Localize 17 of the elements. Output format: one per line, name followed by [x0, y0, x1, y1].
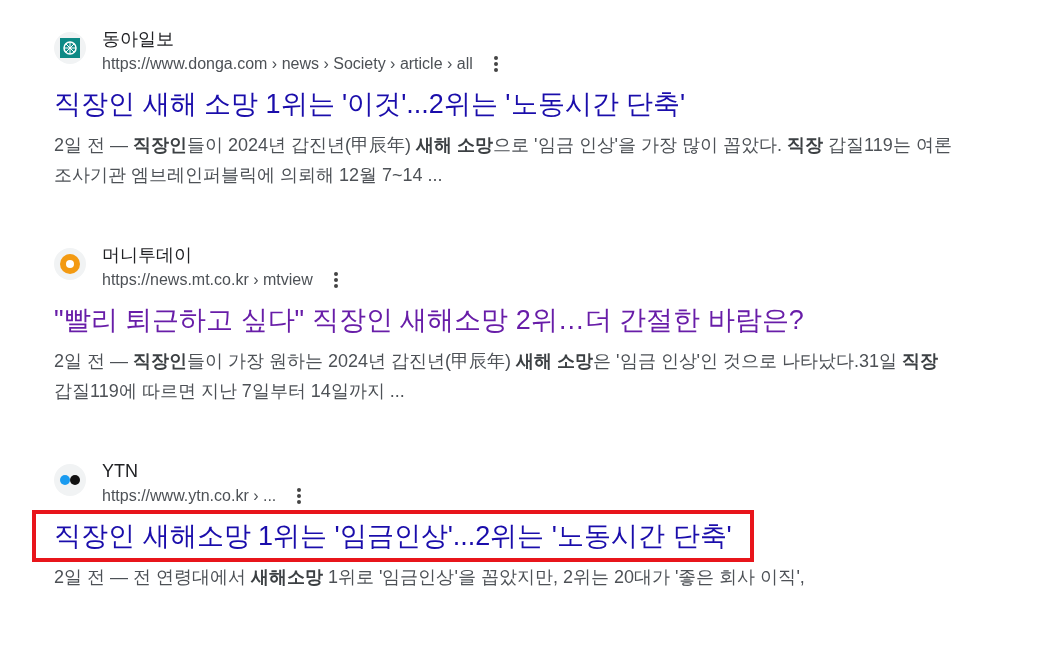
site-logo-icon — [54, 32, 86, 64]
result-title-link[interactable]: "빨리 퇴근하고 싶다" 직장인 새해소망 2위…더 간절한 바람은? — [54, 298, 804, 342]
site-name: 머니투데이 — [102, 244, 193, 267]
site-name: YTN — [102, 460, 139, 483]
site-logo-icon — [54, 248, 86, 280]
more-options-icon[interactable] — [492, 55, 499, 73]
result-snippet: 2일 전 — 직장인들이 2024년 갑진년(甲辰年) 새해 소망으로 '임금 인상'을 가장 많이 꼽았다. 직장 갑질119는 여론조사기관 엠브레인퍼블릭에 의뢰해 12월 7~14 ... — [54, 134, 953, 187]
result-snippet: 2일 전 — 직장인들이 가장 원하는 2024년 갑진년(甲辰年) 새해 소망은 '임금 인상'인 것으로 나타났다.31일 직장갑질119에 따르면 지난 7일부터 14일까지 ... — [54, 350, 939, 403]
result-url: https://www.donga.com › news › Society › article › all — [102, 54, 473, 74]
result-url: https://news.mt.co.kr › mtview — [102, 270, 313, 290]
more-options-icon[interactable] — [332, 271, 339, 289]
result-snippet: 2일 전 — 전 연령대에서 새해소망 1위로 '임금인상'을 꼽았지만, 2위는 20대가 '좋은 회사 이직', — [54, 566, 806, 589]
site-name: 동아일보 — [102, 28, 175, 51]
site-logo-icon — [54, 464, 86, 496]
result-url: https://www.ytn.co.kr › ... — [102, 486, 277, 506]
result-title-link[interactable]: 직장인 새해 소망 1위는 '이것'...2위는 '노동시간 단축' — [54, 82, 686, 126]
more-options-icon[interactable] — [296, 487, 303, 505]
